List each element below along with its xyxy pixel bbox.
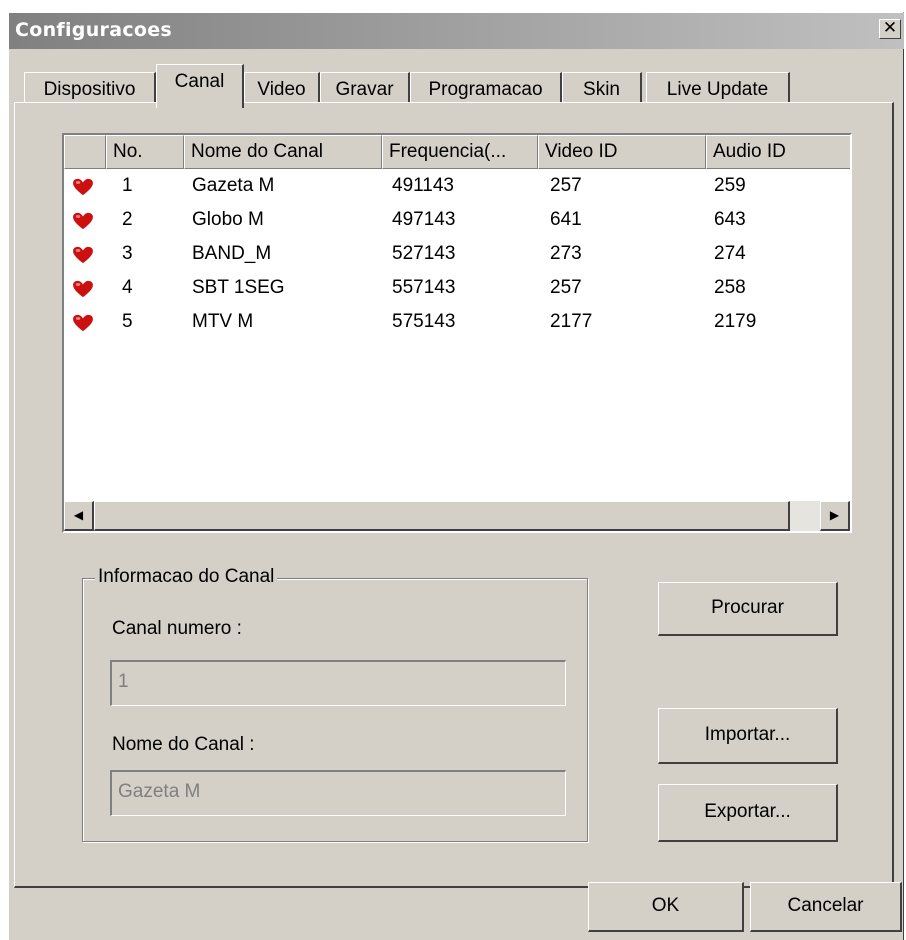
search-button[interactable]: Procurar — [658, 582, 838, 636]
cell-name: MTV M — [192, 311, 254, 332]
cell-name: Globo M — [192, 209, 264, 230]
tab-label: Live Update — [666, 79, 769, 100]
scroll-right-button[interactable]: ▶ — [820, 501, 850, 531]
tab-label: Skin — [583, 79, 620, 100]
table-row[interactable]: 4 SBT 1SEG 557143 257 258 — [64, 271, 850, 305]
heart-icon — [73, 314, 93, 332]
cell-frequency: 491143 — [392, 175, 454, 196]
title-bar[interactable]: Configuracoes ✕ — [9, 13, 904, 49]
column-header-video-id[interactable]: Video ID — [538, 135, 706, 169]
column-header-no[interactable]: No. — [106, 135, 184, 169]
cell-no: 1 — [122, 175, 133, 196]
tab-canal[interactable]: Canal — [156, 64, 244, 108]
arrow-right-icon: ▶ — [829, 508, 840, 522]
tab-label: Programacao — [428, 79, 543, 100]
cell-frequency: 527143 — [392, 243, 456, 264]
column-header-frequency[interactable]: Frequencia(... — [382, 135, 538, 169]
channel-list[interactable]: No. Nome do Canal Frequencia(... Video I… — [62, 133, 852, 533]
cell-no: 5 — [122, 311, 133, 332]
channel-name-field[interactable]: Gazeta M — [110, 770, 566, 816]
channel-number-label: Canal numero : — [112, 618, 242, 639]
heart-icon — [73, 280, 93, 298]
cell-name: SBT 1SEG — [192, 277, 285, 298]
column-header-icon[interactable] — [64, 135, 106, 169]
scroll-left-button[interactable]: ◀ — [64, 501, 94, 531]
cell-no: 2 — [122, 209, 133, 230]
list-header: No. Nome do Canal Frequencia(... Video I… — [64, 135, 850, 169]
cell-audio-id: 258 — [714, 277, 746, 298]
cell-audio-id: 274 — [714, 243, 746, 264]
window-title: Configuracoes — [15, 19, 173, 41]
cell-video-id: 273 — [550, 243, 582, 264]
close-icon: ✕ — [882, 18, 898, 38]
heart-icon — [73, 178, 93, 196]
cell-video-id: 257 — [550, 175, 582, 196]
cell-audio-id: 259 — [714, 175, 746, 196]
cell-frequency: 497143 — [392, 209, 456, 230]
ok-button[interactable]: OK — [588, 882, 744, 932]
channel-number-field[interactable]: 1 — [110, 660, 566, 706]
export-button[interactable]: Exportar... — [658, 784, 838, 842]
table-row[interactable]: 3 BAND_M 527143 273 274 — [64, 237, 850, 271]
horizontal-scrollbar[interactable]: ◀ ▶ — [64, 501, 850, 531]
heart-icon — [73, 246, 93, 264]
table-row[interactable]: 2 Globo M 497143 641 643 — [64, 203, 850, 237]
cancel-button[interactable]: Cancelar — [750, 882, 902, 932]
cell-video-id: 641 — [550, 209, 582, 230]
cell-video-id: 2177 — [550, 311, 593, 332]
group-title: Informacao do Canal — [95, 566, 278, 588]
tab-label: Video — [257, 79, 306, 100]
tab-label: Canal — [174, 71, 225, 92]
table-row[interactable]: 1 Gazeta M 491143 257 259 — [64, 169, 850, 203]
cell-name: BAND_M — [192, 243, 272, 264]
column-header-audio-id[interactable]: Audio ID — [706, 135, 850, 169]
cell-audio-id: 643 — [714, 209, 746, 230]
cell-no: 3 — [122, 243, 133, 264]
channel-name-label: Nome do Canal : — [112, 734, 255, 755]
import-button[interactable]: Importar... — [658, 708, 838, 764]
cell-frequency: 557143 — [392, 277, 456, 298]
tab-label: Dispositivo — [43, 79, 136, 100]
scroll-thumb[interactable] — [94, 501, 790, 531]
arrow-left-icon: ◀ — [73, 508, 84, 522]
tab-label: Gravar — [335, 79, 394, 100]
heart-icon — [73, 212, 93, 230]
cell-frequency: 575143 — [392, 311, 456, 332]
close-button[interactable]: ✕ — [879, 19, 901, 39]
column-header-name[interactable]: Nome do Canal — [184, 135, 382, 169]
cell-video-id: 257 — [550, 277, 582, 298]
cell-name: Gazeta M — [192, 175, 275, 196]
table-row[interactable]: 5 MTV M 575143 2177 2179 — [64, 305, 850, 339]
cell-audio-id: 2179 — [714, 311, 757, 332]
cell-no: 4 — [122, 277, 133, 298]
